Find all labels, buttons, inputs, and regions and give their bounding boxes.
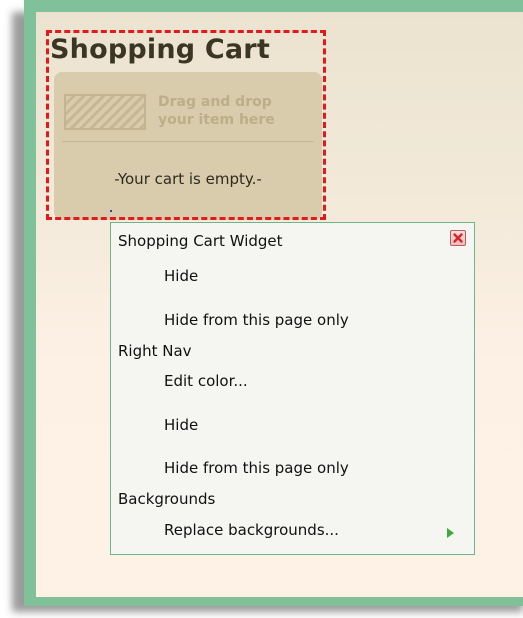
anchor-marker <box>110 210 112 212</box>
menu-item-hide-widget-page-only[interactable]: Hide from this page only <box>164 311 349 329</box>
menu-item-hide-right-nav-page-only[interactable]: Hide from this page only <box>164 459 349 477</box>
submenu-arrow-icon[interactable] <box>447 528 454 538</box>
shopping-cart-widget-selection[interactable] <box>46 30 326 220</box>
menu-item-replace-backgrounds[interactable]: Replace backgrounds... <box>164 521 339 539</box>
context-menu: Shopping Cart Widget Hide Hide from this… <box>110 222 475 555</box>
menu-heading-right-nav: Right Nav <box>118 342 192 360</box>
menu-item-hide-right-nav[interactable]: Hide <box>164 416 198 434</box>
menu-heading-backgrounds: Backgrounds <box>118 490 216 508</box>
page-canvas: Shopping Cart Drag and drop your item he… <box>0 0 523 618</box>
close-icon[interactable] <box>450 230 466 246</box>
menu-heading-shopping-cart-widget: Shopping Cart Widget <box>118 232 283 250</box>
menu-item-edit-color[interactable]: Edit color... <box>164 372 248 390</box>
menu-item-hide-widget[interactable]: Hide <box>164 267 198 285</box>
